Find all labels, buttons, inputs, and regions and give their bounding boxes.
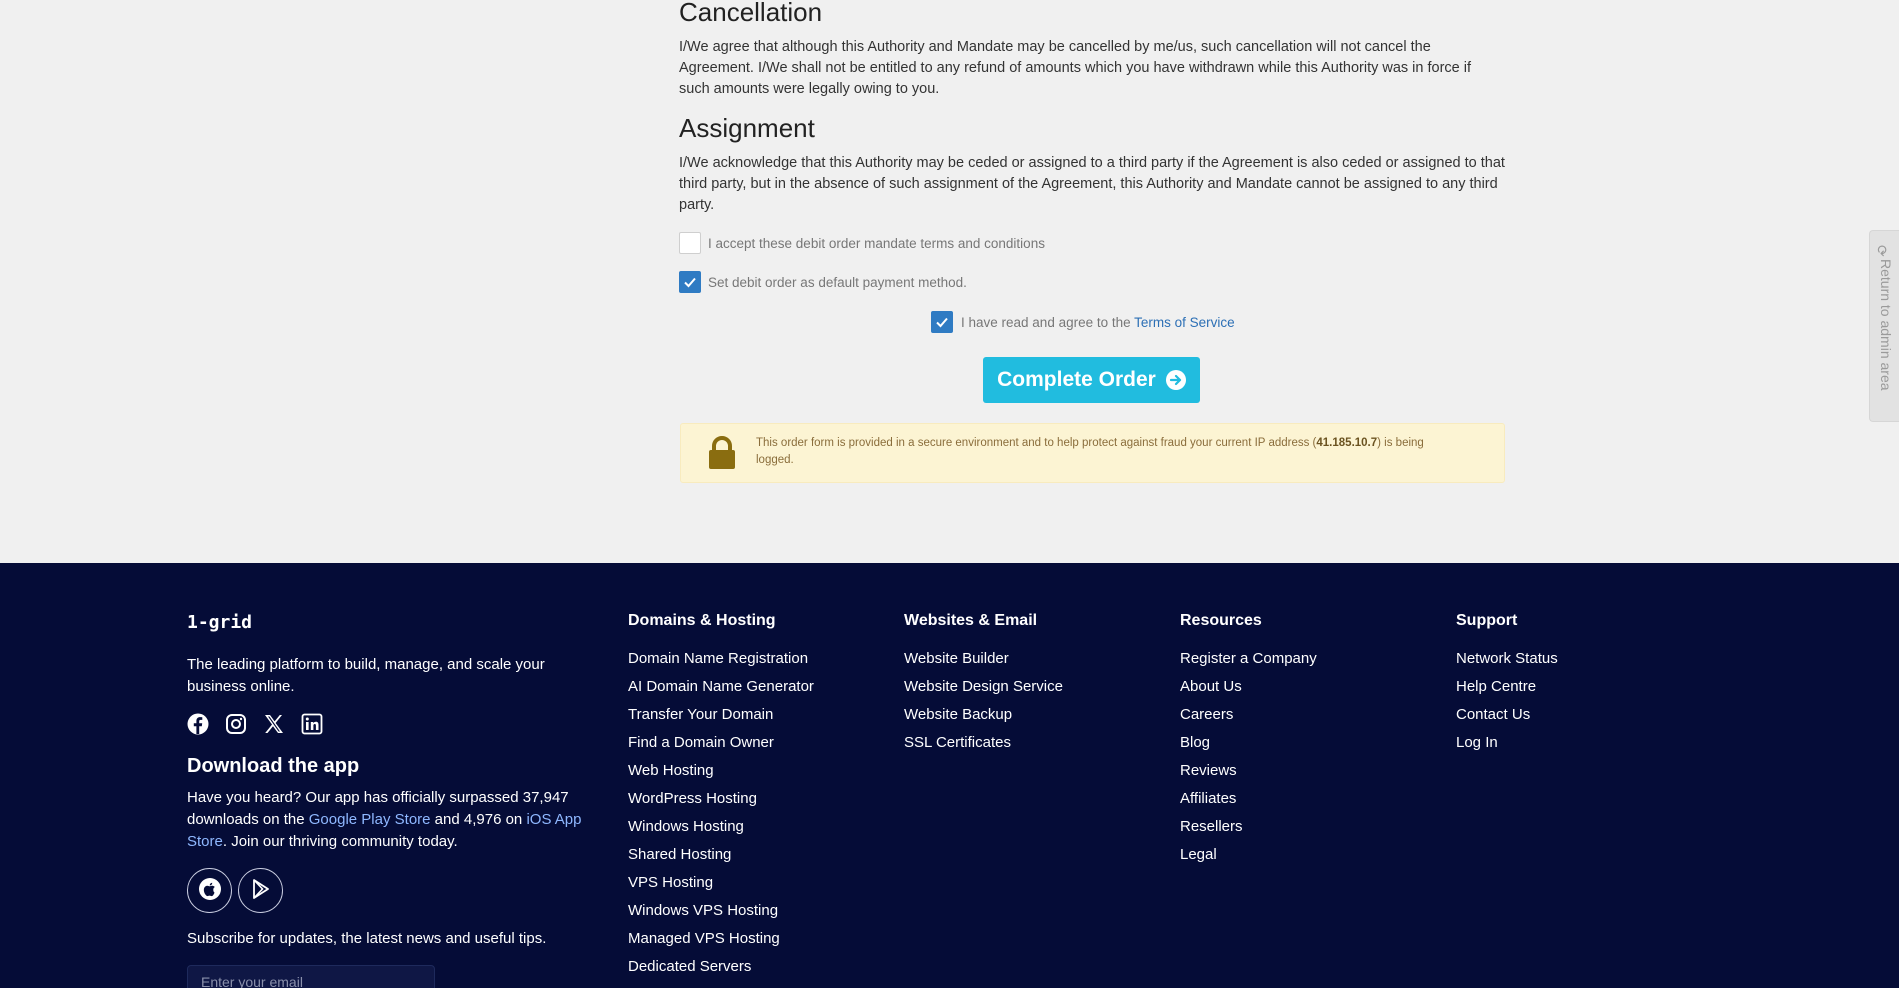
tos-checkbox[interactable] (931, 311, 953, 333)
ip-address: 41.185.10.7 (1316, 437, 1378, 449)
footer-link[interactable]: Careers (1180, 706, 1317, 734)
footer-link[interactable]: VPS Hosting (628, 874, 814, 902)
footer-link[interactable]: Website Design Service (904, 678, 1063, 706)
facebook-icon[interactable] (187, 713, 209, 735)
footer-link[interactable]: Website Builder (904, 650, 1063, 678)
footer-link[interactable]: Affiliates (1180, 790, 1317, 818)
google-play-link[interactable]: Google Play Store (309, 811, 431, 828)
return-to-admin-label: ⟳ Return to admin area (1874, 245, 1894, 391)
play-store-icon (249, 877, 273, 905)
accept-terms-label: I accept these debit order mandate terms… (708, 235, 1045, 251)
footer-link[interactable]: Find a Domain Owner (628, 734, 814, 762)
checkmark-icon (936, 317, 948, 328)
footer-link[interactable]: SSL Certificates (904, 734, 1063, 762)
complete-order-label: Complete Order (997, 368, 1156, 391)
tos-label: I have read and agree to the Terms of Se… (961, 314, 1235, 330)
footer-link[interactable]: Resellers (1180, 818, 1317, 846)
subscribe-text: Subscribe for updates, the latest news a… (187, 930, 547, 947)
column-title: Resources (1180, 612, 1262, 629)
footer-column-websites-email: Websites & Email Website Builder Website… (904, 612, 1063, 762)
email-input[interactable]: Enter your email (187, 965, 435, 988)
social-links (187, 713, 323, 735)
return-to-admin-tab[interactable]: ⟳ Return to admin area (1869, 230, 1899, 422)
default-payment-checkbox[interactable] (679, 271, 701, 293)
instagram-icon[interactable] (225, 713, 247, 735)
cancellation-heading: Cancellation (679, 0, 823, 27)
app-store-buttons (187, 868, 283, 913)
footer-link[interactable]: Website Backup (904, 706, 1063, 734)
site-footer: 1-grid The leading platform to build, ma… (0, 563, 1899, 988)
footer-link[interactable]: Register a Company (1180, 650, 1317, 678)
default-payment-row[interactable]: Set debit order as default payment metho… (679, 271, 967, 293)
accept-terms-row[interactable]: I accept these debit order mandate terms… (679, 232, 1045, 254)
footer-link[interactable]: Help Centre (1456, 678, 1558, 706)
footer-column-domains-hosting: Domains & Hosting Domain Name Registrati… (628, 612, 814, 986)
column-title: Support (1456, 612, 1518, 629)
footer-link[interactable]: WordPress Hosting (628, 790, 814, 818)
footer-column-resources: Resources Register a Company About Us Ca… (1180, 612, 1317, 874)
footer-link[interactable]: Legal (1180, 846, 1317, 874)
terms-of-service-link[interactable]: Terms of Service (1134, 315, 1235, 330)
google-play-button[interactable] (238, 868, 283, 913)
checkmark-icon (684, 277, 696, 288)
footer-link[interactable]: Managed VPS Hosting (628, 930, 814, 958)
secure-notice-text: This order form is provided in a secure … (756, 437, 1424, 466)
footer-tagline: The leading platform to build, manage, a… (187, 656, 545, 695)
default-payment-label: Set debit order as default payment metho… (708, 274, 967, 290)
footer-link[interactable]: AI Domain Name Generator (628, 678, 814, 706)
linkedin-icon[interactable] (301, 713, 323, 735)
lock-icon (707, 436, 737, 474)
footer-link[interactable]: Blog (1180, 734, 1317, 762)
column-title: Domains & Hosting (628, 612, 776, 629)
footer-link[interactable]: About Us (1180, 678, 1317, 706)
footer-link[interactable]: Shared Hosting (628, 846, 814, 874)
footer-link[interactable]: Transfer Your Domain (628, 706, 814, 734)
download-app-text: Have you heard? Our app has officially s… (187, 789, 582, 850)
footer-link[interactable]: Domain Name Registration (628, 650, 814, 678)
assignment-heading: Assignment (679, 113, 815, 143)
footer-link[interactable]: Reviews (1180, 762, 1317, 790)
assignment-text: I/We acknowledge that this Authority may… (679, 155, 1505, 213)
footer-link[interactable]: Contact Us (1456, 706, 1558, 734)
footer-column-support: Support Network Status Help Centre Conta… (1456, 612, 1558, 762)
secure-notice: This order form is provided in a secure … (680, 423, 1505, 483)
complete-order-button[interactable]: Complete Order (983, 357, 1200, 403)
apple-store-button[interactable] (187, 868, 232, 913)
x-icon[interactable] (263, 713, 285, 735)
footer-link[interactable]: Log In (1456, 734, 1558, 762)
footer-link[interactable]: Web Hosting (628, 762, 814, 790)
footer-link[interactable]: Network Status (1456, 650, 1558, 678)
footer-link[interactable]: Windows VPS Hosting (628, 902, 814, 930)
footer-link[interactable]: Windows Hosting (628, 818, 814, 846)
column-title: Websites & Email (904, 612, 1038, 629)
accept-terms-checkbox[interactable] (679, 232, 701, 254)
cancellation-text: I/We agree that although this Authority … (679, 39, 1472, 97)
apple-icon (198, 877, 222, 905)
arrow-right-circle-icon (1165, 370, 1186, 390)
download-app-heading: Download the app (187, 755, 360, 777)
tos-row[interactable]: I have read and agree to the Terms of Se… (931, 311, 1235, 333)
footer-logo[interactable]: 1-grid (187, 612, 252, 633)
footer-link[interactable]: Dedicated Servers (628, 958, 814, 986)
